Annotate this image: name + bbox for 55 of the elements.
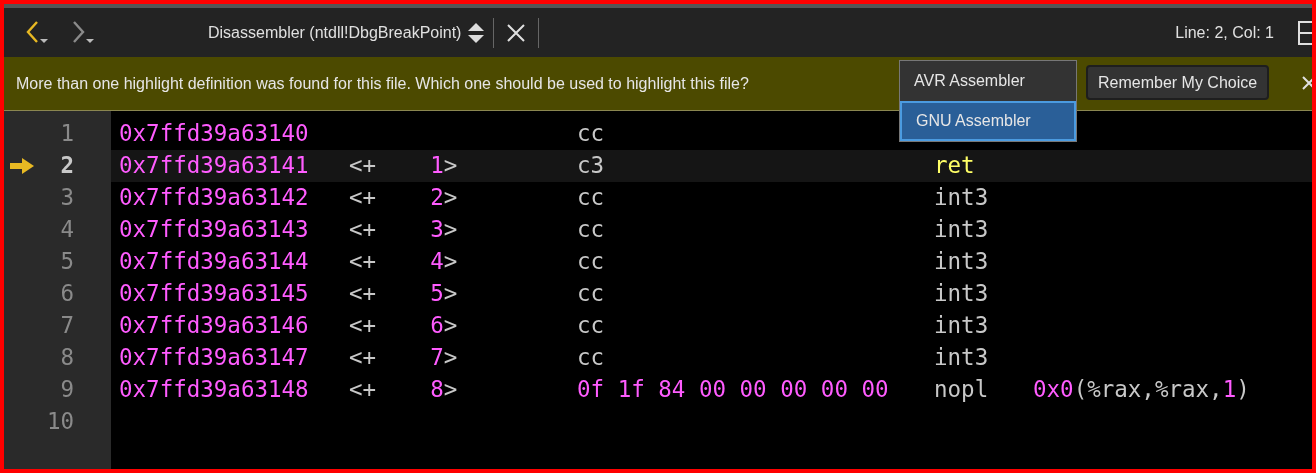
document-title: Disassembler (ntdll!DbgBreakPoint) (208, 22, 462, 43)
offset-text: <+ 5> (349, 280, 458, 307)
line-number: 5 (59, 247, 74, 277)
bytes-text: cc (577, 120, 605, 147)
mnemonic-text: int3 (934, 216, 989, 243)
list-option[interactable]: GNU Assembler (900, 101, 1076, 141)
offset-text: <+ 7> (349, 344, 458, 371)
line-number: 10 (45, 407, 74, 437)
offset-text: <+ 4> (349, 248, 458, 275)
offset-text: <+ 3> (349, 216, 458, 243)
mnemonic-text: int3 (934, 248, 989, 275)
mnemonic-text: int3 (934, 312, 989, 339)
list-option[interactable]: AVR Assembler (900, 61, 1076, 101)
line-number: 3 (59, 183, 74, 213)
operands-text: 0x0(%rax,%rax,1) (1033, 375, 1250, 405)
offset-text: <+ 6> (349, 312, 458, 339)
offset-text: <+ 8> (349, 376, 458, 403)
address-text: 0x7ffd39a63144 (119, 248, 309, 275)
bytes-text: cc (577, 280, 605, 307)
bytes-text: 0f 1f 84 00 00 00 00 00 (577, 376, 889, 403)
address-text: 0x7ffd39a63147 (119, 344, 309, 371)
mnemonic-text: ret (934, 152, 975, 179)
bytes-text: cc (577, 344, 605, 371)
sort-icon[interactable] (467, 20, 486, 45)
offset-text: <+ 1> (349, 152, 458, 179)
line-number: 8 (59, 343, 74, 373)
address-text: 0x7ffd39a63141 (119, 152, 309, 179)
bytes-text: cc (577, 248, 605, 275)
address-text: 0x7ffd39a63146 (119, 312, 309, 339)
close-icon[interactable] (1301, 74, 1312, 92)
address-text: 0x7ffd39a63142 (119, 184, 309, 211)
remember-choice-button[interactable]: Remember My Choice (1086, 65, 1270, 100)
info-message: More than one highlight definition was found for this file. Which one should be used to highlight this file? (16, 73, 749, 94)
mnemonic-text: nopl (934, 376, 989, 403)
address-text: 0x7ffd39a63143 (119, 216, 309, 243)
line-number: 9 (59, 375, 74, 405)
bytes-text: cc (577, 312, 605, 339)
line-number: 2 (59, 151, 74, 181)
line-number: 7 (59, 311, 74, 341)
current-line-arrow-icon (10, 158, 34, 174)
mnemonic-text: int3 (934, 344, 989, 371)
bytes-text: cc (577, 184, 605, 211)
layout-icon[interactable] (1298, 19, 1312, 46)
address-text: 0x7ffd39a63145 (119, 280, 309, 307)
offset-text: <+ 2> (349, 184, 458, 211)
bytes-text: cc (577, 216, 605, 243)
bytes-text: c3 (577, 152, 605, 179)
mnemonic-text: int3 (934, 184, 989, 211)
line-number: 4 (59, 215, 74, 245)
mnemonic-text: int3 (934, 280, 989, 307)
address-text: 0x7ffd39a63148 (119, 376, 309, 403)
line-number: 1 (59, 119, 74, 149)
cursor-position: Line: 2, Col: 1 (1175, 22, 1274, 43)
address-text: 0x7ffd39a63140 (119, 120, 309, 147)
line-number: 6 (59, 279, 74, 309)
